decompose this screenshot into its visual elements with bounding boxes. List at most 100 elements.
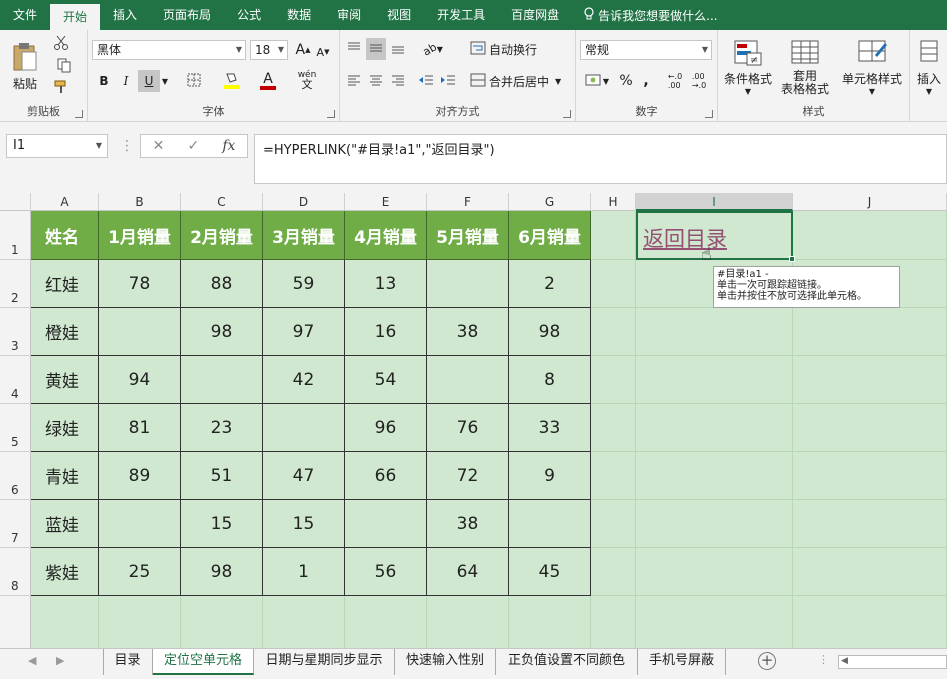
- name-cell[interactable]: 橙娃: [31, 308, 99, 356]
- table-header-cell[interactable]: 2月销量: [181, 211, 263, 260]
- tab-home[interactable]: 开始: [50, 4, 101, 30]
- table-header-cell[interactable]: 1月销量: [99, 211, 181, 260]
- sales-cell[interactable]: 8: [509, 356, 591, 404]
- row-header[interactable]: 2: [0, 260, 31, 308]
- merge-center-button[interactable]: 合并后居中 ▼: [470, 70, 566, 92]
- name-cell[interactable]: 青娃: [31, 452, 99, 500]
- align-center-button[interactable]: [366, 70, 386, 92]
- sales-cell[interactable]: 9: [509, 452, 591, 500]
- font-launcher-icon[interactable]: [327, 110, 335, 118]
- sales-cell[interactable]: [345, 500, 427, 548]
- row-header[interactable]: 4: [0, 356, 31, 404]
- font-name-select[interactable]: 黑体 ▼: [92, 40, 246, 60]
- selected-cell-I1[interactable]: 返回目录: [636, 211, 795, 262]
- row-header[interactable]: 3: [0, 308, 31, 356]
- sales-cell[interactable]: 42: [263, 356, 345, 404]
- sales-cell[interactable]: 45: [509, 548, 591, 596]
- sales-cell[interactable]: [263, 404, 345, 452]
- tab-developer[interactable]: 开发工具: [424, 0, 498, 30]
- align-bottom-button[interactable]: [388, 38, 408, 60]
- sales-cell[interactable]: 72: [427, 452, 509, 500]
- sales-cell[interactable]: 97: [263, 308, 345, 356]
- scroll-left-icon[interactable]: ◀: [28, 654, 36, 667]
- align-top-button[interactable]: [344, 38, 364, 60]
- tab-file[interactable]: 文件: [0, 0, 50, 30]
- cell-styles-button[interactable]: 单元格样式 ▼: [836, 34, 908, 100]
- column-header[interactable]: C: [181, 193, 263, 211]
- shrink-font-button[interactable]: A ▼: [314, 42, 332, 62]
- sales-cell[interactable]: 81: [99, 404, 181, 452]
- column-header[interactable]: A: [31, 193, 99, 211]
- column-header[interactable]: G: [509, 193, 591, 211]
- font-size-select[interactable]: 18 ▼: [250, 40, 288, 60]
- sheet-tab-pos-neg-colors[interactable]: 正负值设置不同颜色: [496, 649, 638, 675]
- fill-handle[interactable]: [789, 256, 795, 262]
- bold-button[interactable]: B: [94, 70, 114, 92]
- increase-decimal-button[interactable]: ←.0.00: [664, 70, 686, 92]
- underline-button[interactable]: U: [138, 70, 160, 92]
- clipboard-launcher-icon[interactable]: [75, 110, 83, 118]
- alignment-launcher-icon[interactable]: [563, 110, 571, 118]
- name-box[interactable]: I1 ▼: [6, 134, 108, 158]
- sales-cell[interactable]: [181, 356, 263, 404]
- horizontal-scrollbar[interactable]: ◀: [838, 655, 947, 669]
- sales-cell[interactable]: 33: [509, 404, 591, 452]
- underline-dropdown[interactable]: ▼: [160, 70, 170, 92]
- conditional-formatting-button[interactable]: ≠ 条件格式 ▼: [720, 34, 776, 100]
- sales-cell[interactable]: 15: [263, 500, 345, 548]
- sales-cell[interactable]: 54: [345, 356, 427, 404]
- wrap-text-button[interactable]: 自动换行: [470, 38, 550, 60]
- italic-button[interactable]: I: [116, 70, 136, 92]
- row-header[interactable]: 8: [0, 548, 31, 596]
- column-header[interactable]: H: [591, 193, 636, 211]
- sales-cell[interactable]: 13: [345, 260, 427, 308]
- grow-font-button[interactable]: A ▲: [294, 40, 312, 60]
- tab-data[interactable]: 数据: [274, 0, 324, 30]
- sales-cell[interactable]: 78: [99, 260, 181, 308]
- format-painter-button[interactable]: [50, 78, 72, 98]
- decrease-indent-button[interactable]: [416, 70, 436, 92]
- name-cell[interactable]: 黄娃: [31, 356, 99, 404]
- sales-cell[interactable]: [509, 500, 591, 548]
- percent-button[interactable]: %: [616, 70, 636, 92]
- select-all-corner[interactable]: [0, 193, 31, 211]
- sales-cell[interactable]: 51: [181, 452, 263, 500]
- add-sheet-button[interactable]: +: [758, 652, 776, 670]
- tell-me-search[interactable]: 告诉我您想要做什么...: [572, 0, 718, 30]
- column-header[interactable]: F: [427, 193, 509, 211]
- accounting-format-button[interactable]: ▼: [580, 70, 614, 92]
- table-header-cell[interactable]: 4月销量: [345, 211, 427, 260]
- insert-function-button[interactable]: fx: [222, 138, 235, 154]
- copy-button[interactable]: [50, 56, 78, 76]
- sales-cell[interactable]: 47: [263, 452, 345, 500]
- sales-cell[interactable]: 76: [427, 404, 509, 452]
- paste-button[interactable]: 粘贴: [8, 36, 42, 98]
- row-header[interactable]: 7: [0, 500, 31, 548]
- sales-cell[interactable]: 94: [99, 356, 181, 404]
- sales-cell[interactable]: 59: [263, 260, 345, 308]
- worksheet-grid[interactable]: A B C D E F G H I J 12345678 姓名 1月销量 2月销量 3…: [0, 193, 947, 648]
- column-header[interactable]: B: [99, 193, 181, 211]
- sales-cell[interactable]: [99, 500, 181, 548]
- orientation-button[interactable]: ab ▼: [418, 38, 448, 60]
- sales-cell[interactable]: 98: [509, 308, 591, 356]
- font-color-button[interactable]: A: [256, 70, 280, 92]
- name-cell[interactable]: 紫娃: [31, 548, 99, 596]
- name-cell[interactable]: 红娃: [31, 260, 99, 308]
- table-header-cell[interactable]: 6月销量: [509, 211, 591, 260]
- number-launcher-icon[interactable]: [705, 110, 713, 118]
- format-as-table-button[interactable]: 套用 表格格式: [776, 34, 834, 100]
- align-right-button[interactable]: [388, 70, 408, 92]
- table-header-cell[interactable]: 姓名: [31, 211, 99, 260]
- sales-cell[interactable]: 16: [345, 308, 427, 356]
- fill-color-button[interactable]: [218, 70, 246, 92]
- tab-baidu-netdisk[interactable]: 百度网盘: [498, 0, 572, 30]
- sheet-tab-date-weekday[interactable]: 日期与星期同步显示: [254, 649, 395, 675]
- tab-page-layout[interactable]: 页面布局: [150, 0, 224, 30]
- sales-cell[interactable]: 38: [427, 308, 509, 356]
- hyperlink-return-to-index[interactable]: 返回目录: [643, 223, 727, 253]
- decrease-decimal-button[interactable]: .00 →.0: [688, 70, 710, 92]
- name-cell[interactable]: 蓝娃: [31, 500, 99, 548]
- tab-insert[interactable]: 插入: [100, 0, 150, 30]
- sheet-tab-gender-input[interactable]: 快速输入性别: [395, 649, 496, 675]
